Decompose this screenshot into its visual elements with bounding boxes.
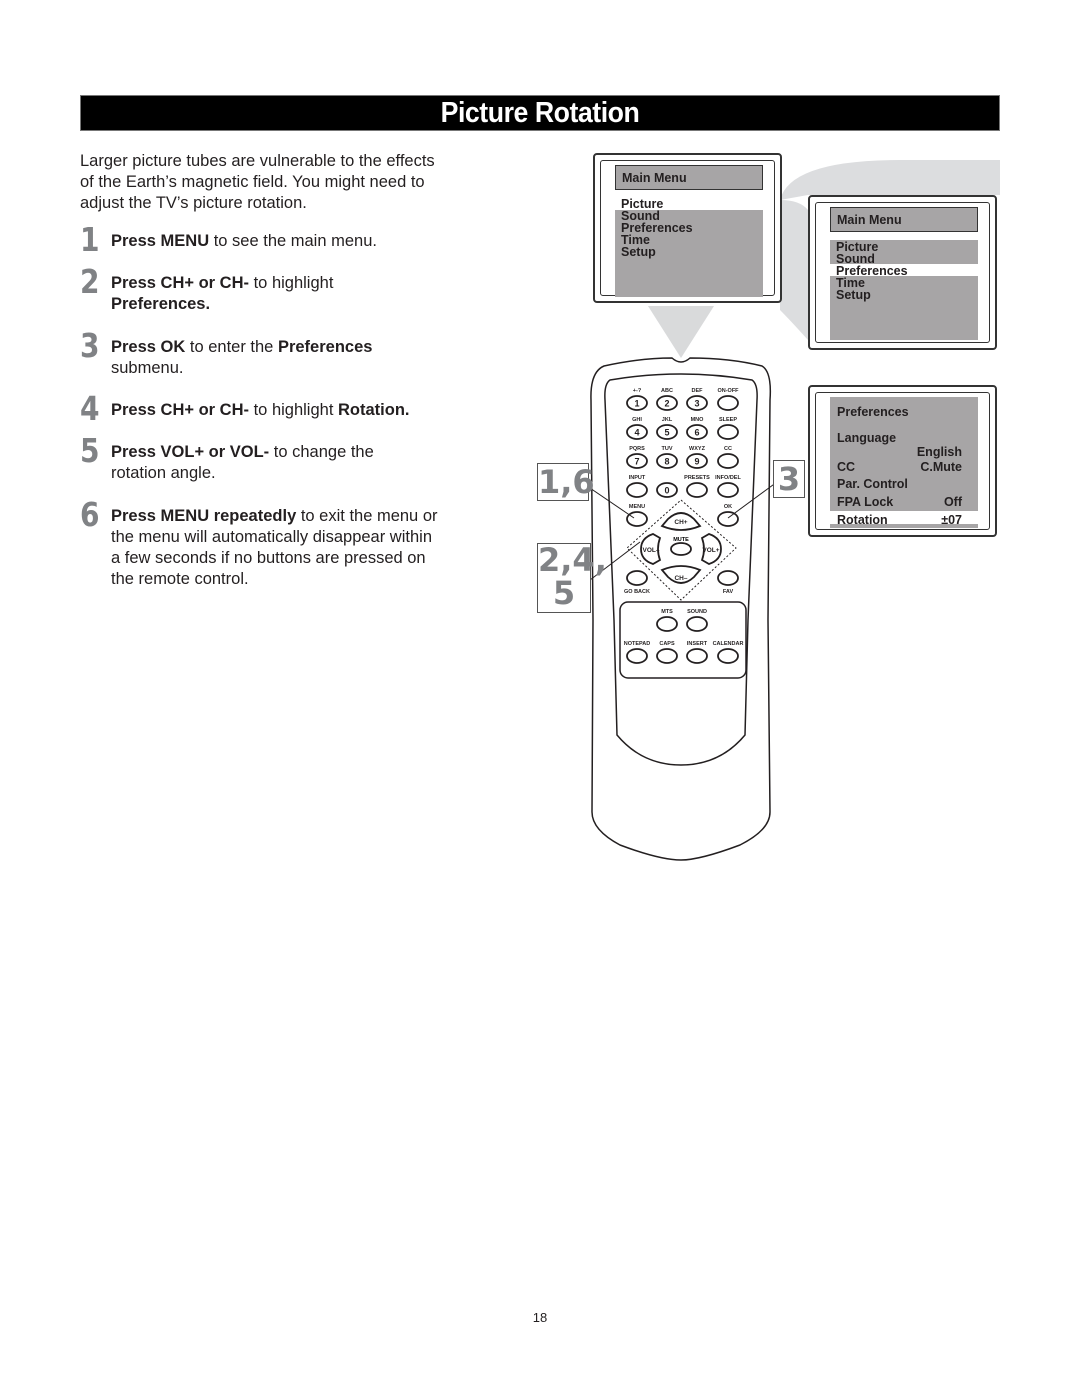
vol-down-button-label: VOL–: [643, 547, 660, 554]
key-on-off-button[interactable]: [717, 395, 739, 411]
go-back-button-label: GO BACK: [624, 589, 650, 595]
key-7-button-key: 7: [634, 457, 639, 467]
key-2-button-key: 2: [664, 399, 669, 409]
notepad-button-label: NOTEPAD: [624, 641, 651, 647]
mute-button-label: MUTE: [673, 537, 689, 543]
ok-button[interactable]: [717, 511, 739, 527]
caps-button-label: CAPS: [659, 641, 675, 647]
key-6-button-key: 6: [694, 428, 699, 438]
vol-up-button-label: VOL+: [702, 547, 719, 554]
caps-button[interactable]: [656, 648, 678, 664]
calendar-button-label: CALENDAR: [713, 641, 744, 647]
key-cc-button[interactable]: [717, 453, 739, 469]
remote-outline: [590, 357, 772, 861]
callout-step-3: 3: [773, 460, 805, 498]
key-cc-button-label: CC: [724, 446, 732, 452]
mute-button[interactable]: [670, 542, 692, 556]
insert-button-label: INSERT: [687, 641, 708, 647]
callout-step-1-6: 1,6: [537, 463, 595, 501]
key-3-button-key: 3: [694, 399, 699, 409]
key-1-button-label: +-?: [633, 388, 642, 394]
key-0-button-key: 0: [664, 486, 669, 496]
calendar-button[interactable]: [717, 648, 739, 664]
ch-down-button-label: CH–: [674, 575, 687, 582]
key-7-button-label: PQRS: [629, 446, 645, 452]
key-6-button-label: MNO: [691, 417, 705, 423]
key-sleep-button[interactable]: [717, 424, 739, 440]
notepad-button[interactable]: [626, 648, 648, 664]
key-9-button-key: 9: [694, 457, 699, 467]
key-presets-button-label: PRESETS: [684, 475, 710, 481]
callout-step-2-4-5: 2,4, 5: [537, 541, 607, 613]
bottom-button-group: [619, 601, 747, 679]
mts-button[interactable]: [656, 616, 678, 632]
sound-button[interactable]: [686, 616, 708, 632]
key-sleep-button-label: SLEEP: [719, 417, 737, 423]
fav-button[interactable]: [717, 570, 739, 586]
key-4-button-label: GHI: [632, 417, 642, 423]
key-5-button-key: 5: [664, 428, 669, 438]
menu-button[interactable]: [626, 511, 648, 527]
key-input-button[interactable]: [626, 482, 648, 498]
mts-button-label: MTS: [661, 609, 673, 615]
key-2-button-label: ABC: [661, 388, 673, 394]
key-info-del-button-label: INFO/DEL: [715, 475, 741, 481]
ok-button-label: OK: [724, 504, 732, 510]
callout-line1: 2,4,: [538, 541, 607, 579]
key-4-button-key: 4: [634, 428, 639, 438]
ch-up-button-label: CH+: [674, 519, 687, 526]
go-back-button[interactable]: [626, 570, 648, 586]
insert-button[interactable]: [686, 648, 708, 664]
key-8-button-key: 8: [664, 457, 669, 467]
key-1-button-key: 1: [634, 399, 639, 409]
page-number: 18: [532, 1310, 548, 1325]
fav-button-label: FAV: [723, 589, 734, 595]
key-9-button-label: WXYZ: [689, 446, 706, 452]
remote-control: 1 +-? 2 ABC 3 DEF ON-OFF 4 GHI 5 JKL 6 MNO SLEEP 7 PQRS…: [586, 357, 778, 861]
key-on-off-button-label: ON-OFF: [717, 388, 739, 394]
key-5-button-label: JKL: [662, 417, 673, 423]
key-8-button-label: TUV: [662, 446, 673, 452]
key-input-button-label: INPUT: [629, 475, 646, 481]
key-presets-button[interactable]: [686, 482, 708, 498]
key-info-del-button[interactable]: [717, 482, 739, 498]
menu-button-label: MENU: [629, 504, 645, 510]
sound-button-label: SOUND: [687, 609, 707, 615]
callout-line2: 5: [552, 574, 576, 612]
key-3-button-label: DEF: [692, 388, 704, 394]
